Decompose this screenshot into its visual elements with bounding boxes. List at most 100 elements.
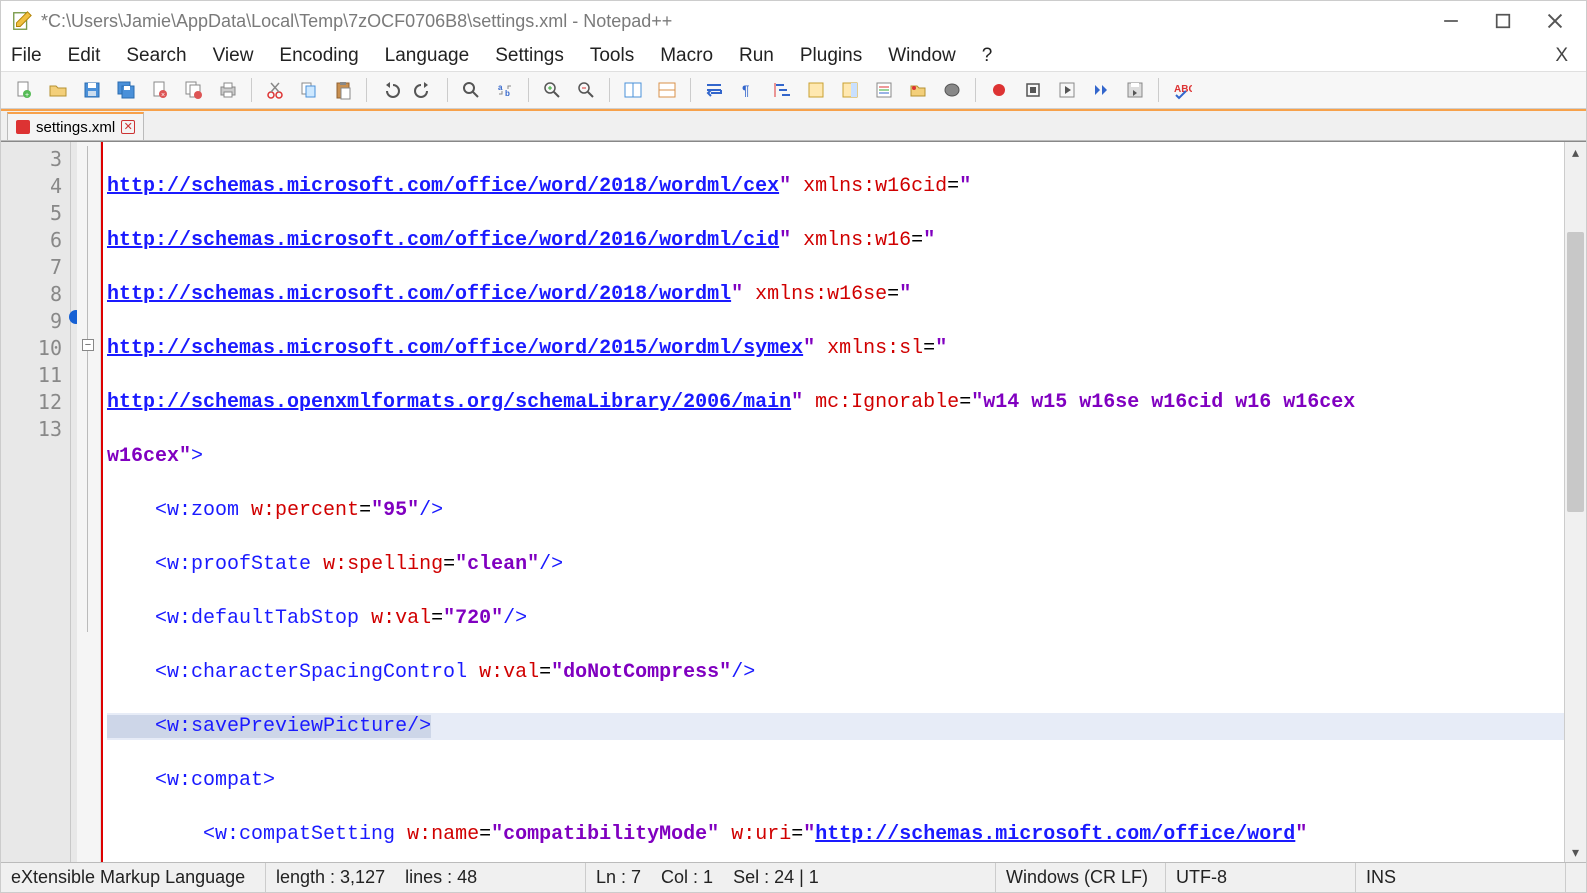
find-icon[interactable] bbox=[456, 76, 486, 104]
udl-icon[interactable] bbox=[801, 76, 831, 104]
close-all-icon[interactable] bbox=[179, 76, 209, 104]
sync-v-icon[interactable] bbox=[618, 76, 648, 104]
open-file-icon[interactable] bbox=[43, 76, 73, 104]
show-all-chars-icon[interactable]: ¶ bbox=[733, 76, 763, 104]
scroll-down-icon[interactable]: ▾ bbox=[1565, 842, 1586, 862]
status-language: eXtensible Markup Language bbox=[1, 863, 266, 892]
close-file-icon[interactable]: × bbox=[145, 76, 175, 104]
toolbar-separator bbox=[366, 78, 367, 102]
status-length: length : 3,127 lines : 48 bbox=[266, 863, 586, 892]
wordwrap-icon[interactable] bbox=[699, 76, 729, 104]
line-number: 8 bbox=[1, 281, 62, 308]
code-area[interactable]: http://schemas.microsoft.com/office/word… bbox=[103, 142, 1564, 862]
current-line: <w:savePreviewPicture/> bbox=[107, 713, 1564, 740]
menu-overflow[interactable]: X bbox=[1555, 45, 1576, 67]
doc-map-icon[interactable] bbox=[835, 76, 865, 104]
svg-text:+: + bbox=[25, 92, 29, 99]
line-number: 6 bbox=[1, 227, 62, 254]
save-macro-icon[interactable] bbox=[1120, 76, 1150, 104]
toolbar-separator bbox=[690, 78, 691, 102]
svg-text:a: a bbox=[498, 83, 503, 92]
maximize-button[interactable] bbox=[1494, 12, 1512, 30]
toolbar-separator bbox=[528, 78, 529, 102]
line-number: 4 bbox=[1, 173, 62, 200]
zoom-out-icon[interactable] bbox=[571, 76, 601, 104]
toolbar-separator bbox=[447, 78, 448, 102]
line-number: 7 bbox=[50, 255, 62, 279]
toolbar-separator bbox=[251, 78, 252, 102]
folder-workspace-icon[interactable] bbox=[937, 76, 967, 104]
tab-settings-xml[interactable]: settings.xml ✕ bbox=[7, 112, 144, 140]
record-macro-icon[interactable] bbox=[984, 76, 1014, 104]
indent-guide-icon[interactable] bbox=[767, 76, 797, 104]
title-bar: *C:\Users\Jamie\AppData\Local\Temp\7zOCF… bbox=[1, 1, 1586, 41]
svg-text:¶: ¶ bbox=[742, 82, 750, 98]
line-number: 5 bbox=[1, 200, 62, 227]
line-number: 10 bbox=[1, 335, 62, 362]
menu-tools[interactable]: Tools bbox=[590, 45, 634, 67]
tab-label: settings.xml bbox=[36, 119, 115, 136]
menu-file[interactable]: File bbox=[11, 45, 42, 67]
line-number: 9 bbox=[1, 308, 62, 335]
fold-toggle-icon[interactable]: − bbox=[82, 339, 94, 351]
svg-text:b: b bbox=[505, 89, 510, 98]
line-number: 11 bbox=[1, 362, 62, 389]
menu-help[interactable]: ? bbox=[982, 45, 993, 67]
toolbar: + × ab ¶ ABC bbox=[1, 71, 1586, 109]
svg-text:×: × bbox=[161, 92, 165, 99]
new-file-icon[interactable]: + bbox=[9, 76, 39, 104]
fold-guide bbox=[87, 146, 88, 632]
close-tab-icon[interactable]: ✕ bbox=[121, 120, 135, 134]
unsaved-file-icon bbox=[16, 120, 30, 134]
line-number: 12 bbox=[1, 389, 62, 416]
vertical-scrollbar[interactable]: ▴ ▾ bbox=[1564, 142, 1586, 862]
paste-icon[interactable] bbox=[328, 76, 358, 104]
undo-icon[interactable] bbox=[375, 76, 405, 104]
status-bar: eXtensible Markup Language length : 3,12… bbox=[1, 862, 1586, 892]
play-macro-icon[interactable] bbox=[1052, 76, 1082, 104]
status-eol[interactable]: Windows (CR LF) bbox=[996, 863, 1166, 892]
spellcheck-icon[interactable]: ABC bbox=[1167, 76, 1197, 104]
status-position: Ln : 7 Col : 1 Sel : 24 | 1 bbox=[586, 863, 996, 892]
function-list-icon[interactable] bbox=[903, 76, 933, 104]
toolbar-separator bbox=[1158, 78, 1159, 102]
doc-list-icon[interactable] bbox=[869, 76, 899, 104]
stop-macro-icon[interactable] bbox=[1018, 76, 1048, 104]
play-multi-icon[interactable] bbox=[1086, 76, 1116, 104]
close-button[interactable] bbox=[1546, 12, 1564, 30]
menu-edit[interactable]: Edit bbox=[68, 45, 101, 67]
window-title: *C:\Users\Jamie\AppData\Local\Temp\7zOCF… bbox=[41, 11, 1442, 32]
replace-icon[interactable]: ab bbox=[490, 76, 520, 104]
menu-run[interactable]: Run bbox=[739, 45, 774, 67]
editor: 3 4 5 6 7 8 9 10 11 12 13 − http://schem… bbox=[1, 141, 1586, 862]
fold-column[interactable]: − bbox=[77, 142, 101, 862]
menu-plugins[interactable]: Plugins bbox=[800, 45, 862, 67]
cut-icon[interactable] bbox=[260, 76, 290, 104]
sync-h-icon[interactable] bbox=[652, 76, 682, 104]
app-icon bbox=[11, 10, 33, 32]
menu-bar: File Edit Search View Encoding Language … bbox=[1, 41, 1586, 71]
minimize-button[interactable] bbox=[1442, 12, 1460, 30]
menu-search[interactable]: Search bbox=[126, 45, 186, 67]
save-all-icon[interactable] bbox=[111, 76, 141, 104]
menu-view[interactable]: View bbox=[213, 45, 254, 67]
scrollbar-thumb[interactable] bbox=[1567, 232, 1584, 512]
scroll-up-icon[interactable]: ▴ bbox=[1565, 142, 1586, 162]
menu-language[interactable]: Language bbox=[385, 45, 470, 67]
save-icon[interactable] bbox=[77, 76, 107, 104]
menu-encoding[interactable]: Encoding bbox=[279, 45, 358, 67]
menu-macro[interactable]: Macro bbox=[660, 45, 713, 67]
redo-icon[interactable] bbox=[409, 76, 439, 104]
toolbar-separator bbox=[609, 78, 610, 102]
print-icon[interactable] bbox=[213, 76, 243, 104]
status-encoding[interactable]: UTF-8 bbox=[1166, 863, 1356, 892]
line-number: 13 bbox=[1, 416, 62, 443]
status-mode[interactable]: INS bbox=[1356, 863, 1566, 892]
line-number-gutter[interactable]: 3 4 5 6 7 8 9 10 11 12 13 bbox=[1, 142, 71, 862]
toolbar-separator bbox=[975, 78, 976, 102]
menu-window[interactable]: Window bbox=[888, 45, 956, 67]
tab-strip: settings.xml ✕ bbox=[1, 109, 1586, 141]
menu-settings[interactable]: Settings bbox=[495, 45, 564, 67]
copy-icon[interactable] bbox=[294, 76, 324, 104]
zoom-in-icon[interactable] bbox=[537, 76, 567, 104]
